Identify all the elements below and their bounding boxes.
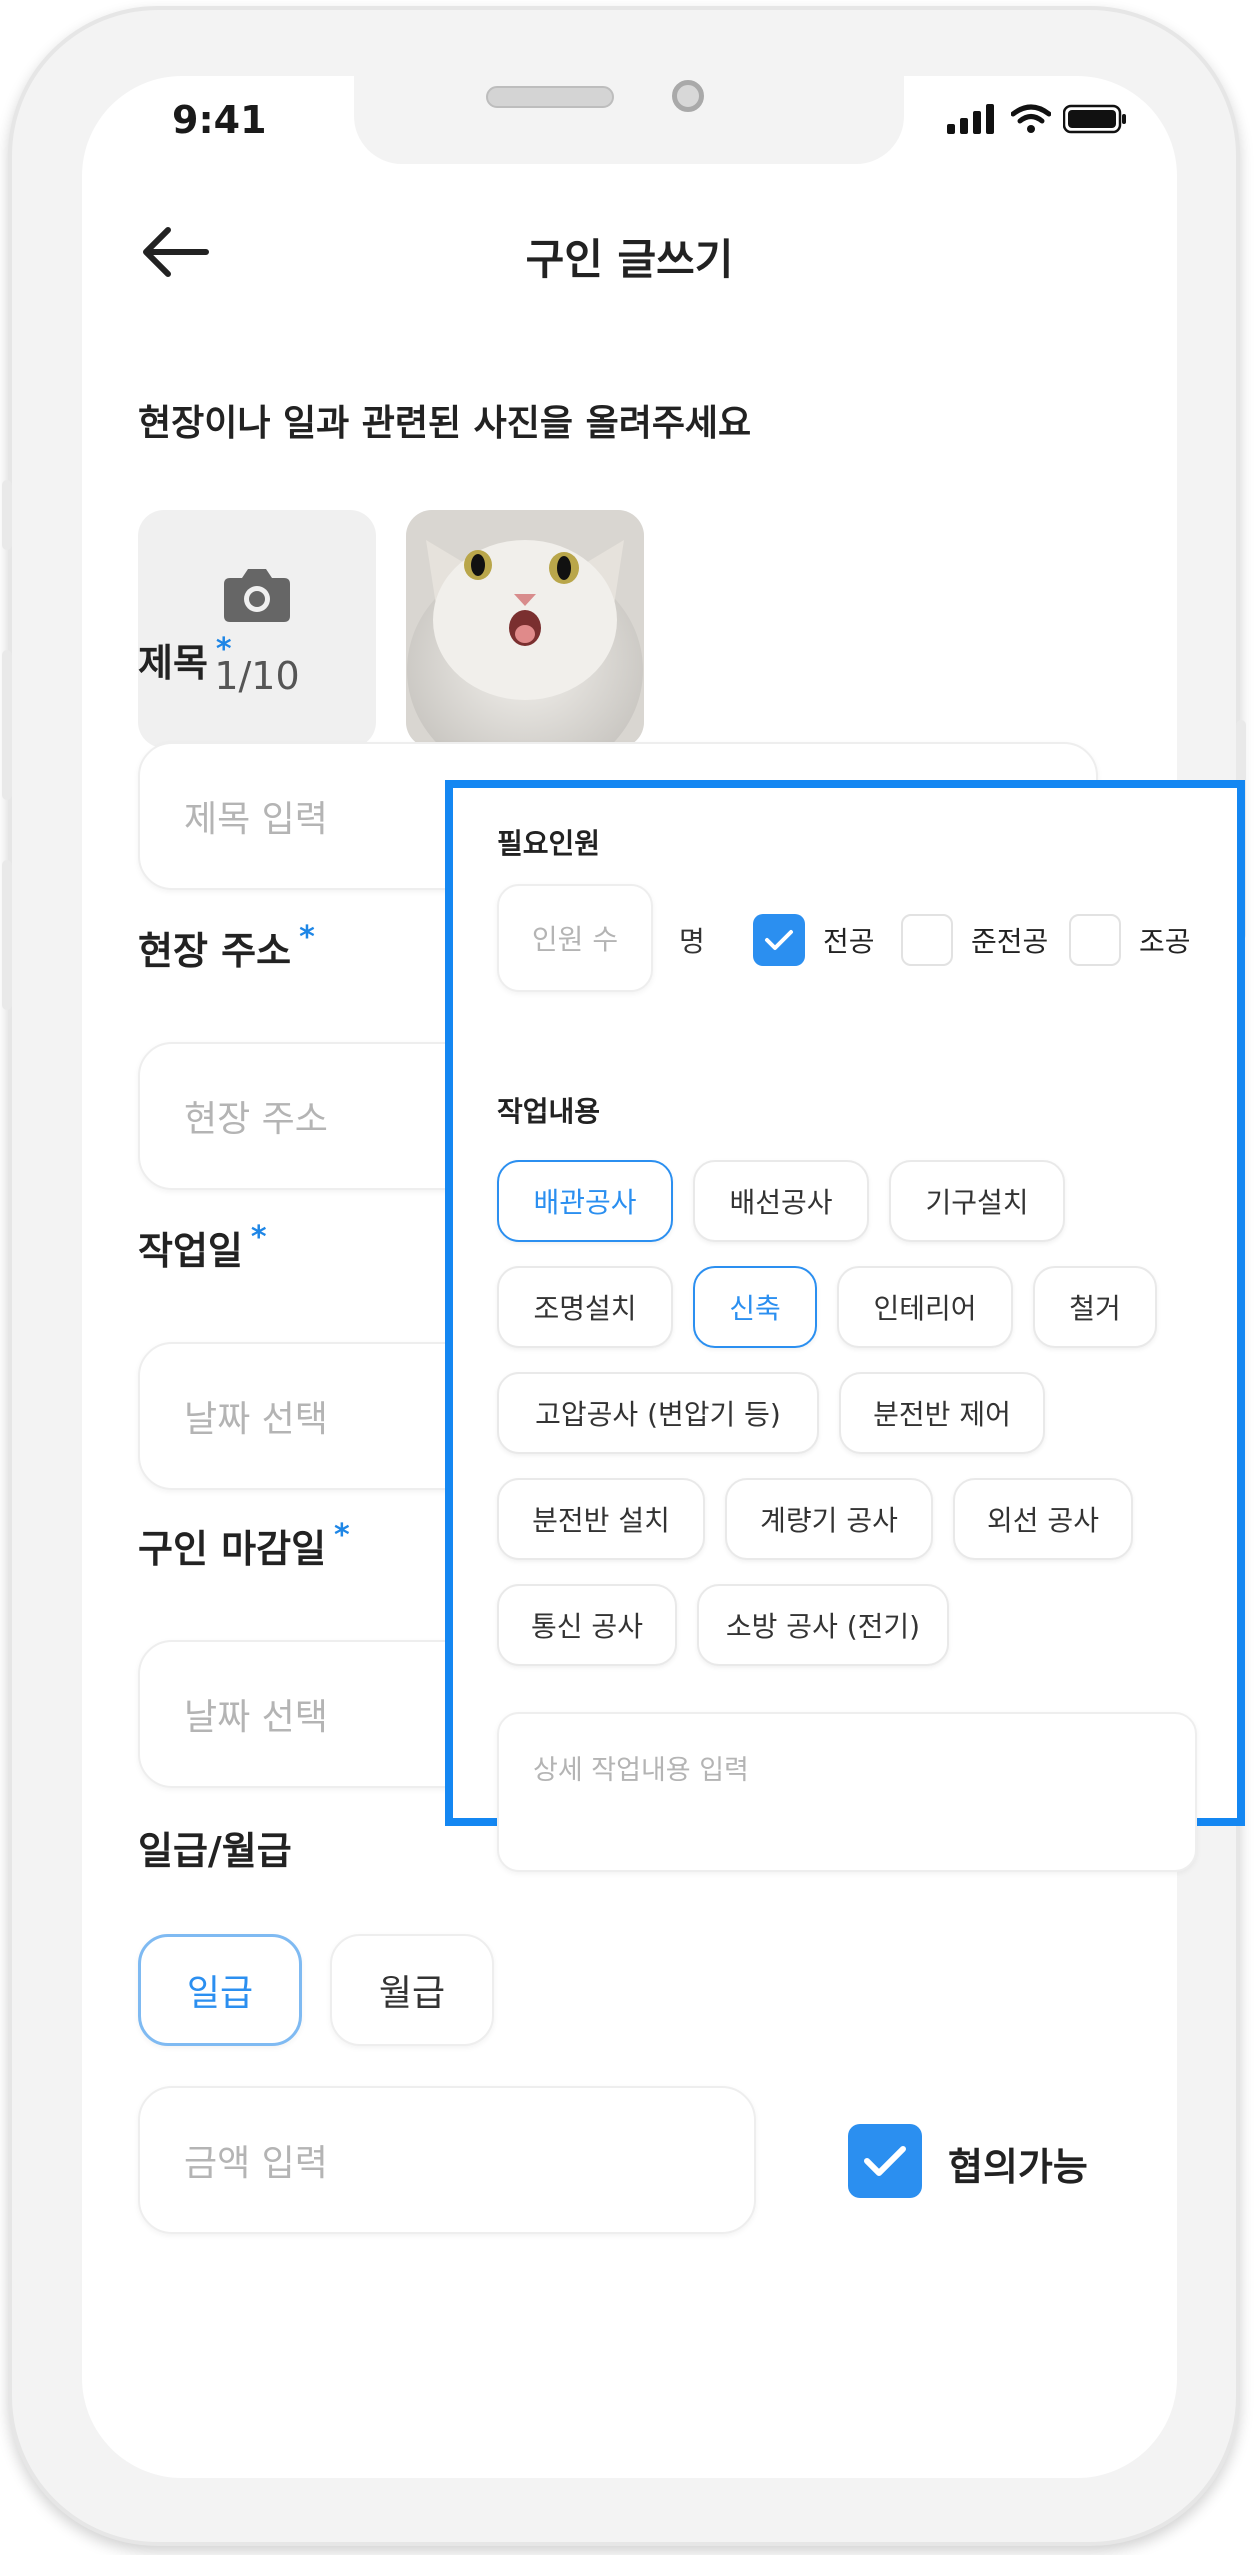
work-chip-label: 조명설치 (533, 1292, 637, 1325)
work-chip[interactable]: 고압공사 (변압기 등) (497, 1372, 819, 1454)
workdate-label-text: 작업일 (138, 1229, 243, 1273)
work-detail-input[interactable]: 상세 작업내용 입력 (497, 1712, 1197, 1872)
deadline-label: 구인 마감일 * (138, 1518, 350, 1573)
work-chip[interactable]: 분전반 제어 (839, 1372, 1045, 1454)
work-chip-label: 외선 공사 (987, 1504, 1099, 1537)
side-button (2, 860, 12, 1010)
work-chip-label: 고압공사 (변압기 등) (535, 1398, 781, 1431)
work-chip-label: 분전반 제어 (873, 1398, 1011, 1431)
work-chip-label: 배관공사 (533, 1186, 637, 1219)
check-icon (864, 2146, 906, 2176)
notch (354, 76, 904, 164)
work-chip[interactable]: 철거 (1033, 1266, 1157, 1348)
work-chip-label: 인테리어 (873, 1292, 977, 1325)
battery-icon (1063, 104, 1126, 134)
grade-checkbox-semi[interactable] (901, 914, 953, 966)
status-icons (947, 104, 1127, 134)
work-chip[interactable]: 배관공사 (497, 1160, 673, 1242)
deadline-placeholder: 날짜 선택 (184, 1697, 328, 1738)
address-placeholder: 현장 주소 (184, 1099, 328, 1140)
personnel-count-placeholder: 인원 수 (531, 923, 619, 956)
work-chip[interactable]: 신축 (693, 1266, 817, 1348)
grade-label-semi: 준전공 (971, 925, 1049, 958)
grade-label-assistant: 조공 (1139, 925, 1191, 958)
title-label-text: 제목 (138, 641, 208, 685)
work-chip-label: 계량기 공사 (760, 1504, 898, 1537)
title-label: 제목 * (138, 632, 232, 687)
side-button (2, 650, 12, 800)
personnel-unit: 명 (679, 925, 705, 958)
pay-option-daily-label: 일급 (186, 1973, 254, 2014)
workdate-placeholder: 날짜 선택 (184, 1399, 328, 1440)
work-chip[interactable]: 기구설치 (889, 1160, 1065, 1242)
status-time: 9:41 (172, 98, 267, 142)
work-chip-label: 철거 (1069, 1292, 1121, 1325)
work-chip[interactable]: 통신 공사 (497, 1584, 677, 1666)
work-chip[interactable]: 조명설치 (497, 1266, 673, 1348)
workdate-label: 작업일 * (138, 1220, 267, 1275)
work-chip[interactable]: 인테리어 (837, 1266, 1013, 1348)
grade-checkbox-assistant[interactable] (1069, 914, 1121, 966)
required-mark: * (334, 1518, 350, 1553)
pay-option-daily[interactable]: 일급 (138, 1934, 302, 2046)
work-chip[interactable]: 분전반 설치 (497, 1478, 705, 1560)
required-mark: * (299, 920, 315, 955)
work-chip-label: 배선공사 (729, 1186, 833, 1219)
personnel-count-input[interactable]: 인원 수 (497, 884, 653, 992)
negotiable-label: 협의가능 (948, 2145, 1088, 2189)
front-camera (672, 80, 704, 112)
work-detail-placeholder: 상세 작업내용 입력 (533, 1755, 749, 1786)
work-chip-label: 소방 공사 (전기) (725, 1610, 921, 1643)
work-label: 작업내용 (497, 1095, 601, 1128)
work-chip-label: 신축 (729, 1292, 781, 1325)
work-chip[interactable]: 계량기 공사 (725, 1478, 933, 1560)
check-icon (765, 930, 793, 950)
address-label-text: 현장 주소 (138, 929, 292, 973)
side-button (2, 480, 12, 550)
amount-input[interactable]: 금액 입력 (138, 2086, 756, 2234)
title-placeholder: 제목 입력 (184, 799, 328, 840)
detail-popup: 필요인원 인원 수 명 전공 준전공 조공 작업내용 배관공사 배선공사 기구설… (445, 780, 1245, 1872)
negotiable-checkbox[interactable] (848, 2124, 922, 2198)
wifi-icon (1011, 104, 1051, 133)
required-mark: * (250, 1220, 267, 1255)
work-chip-label: 기구설치 (925, 1186, 1029, 1219)
work-chip[interactable]: 외선 공사 (953, 1478, 1133, 1560)
work-chip-label: 통신 공사 (531, 1610, 643, 1643)
required-mark: * (215, 632, 232, 667)
signal-icon (947, 104, 994, 134)
address-label: 현장 주소 * (138, 920, 315, 975)
speaker (486, 86, 614, 108)
amount-placeholder: 금액 입력 (184, 2143, 328, 2184)
work-chip-label: 분전반 설치 (532, 1504, 670, 1537)
grade-label-major: 전공 (823, 925, 875, 958)
photo-add-button[interactable]: 1/10 (138, 510, 376, 748)
photo-prompt: 현장이나 일과 관련된 사진을 올려주세요 (138, 403, 752, 444)
photo-thumbnail[interactable] (406, 510, 644, 748)
pay-option-monthly[interactable]: 월급 (330, 1934, 494, 2046)
cat-photo (406, 510, 644, 748)
grade-checkbox-major[interactable] (753, 914, 805, 966)
work-chip[interactable]: 소방 공사 (전기) (697, 1584, 949, 1666)
page-title: 구인 글쓰기 (525, 235, 734, 284)
work-chip[interactable]: 배선공사 (693, 1160, 869, 1242)
camera-icon (224, 569, 290, 622)
personnel-label: 필요인원 (497, 827, 601, 860)
pay-option-monthly-label: 월급 (378, 1973, 446, 2014)
pay-label: 일급/월급 (138, 1829, 292, 1873)
deadline-label-text: 구인 마감일 (138, 1527, 327, 1571)
